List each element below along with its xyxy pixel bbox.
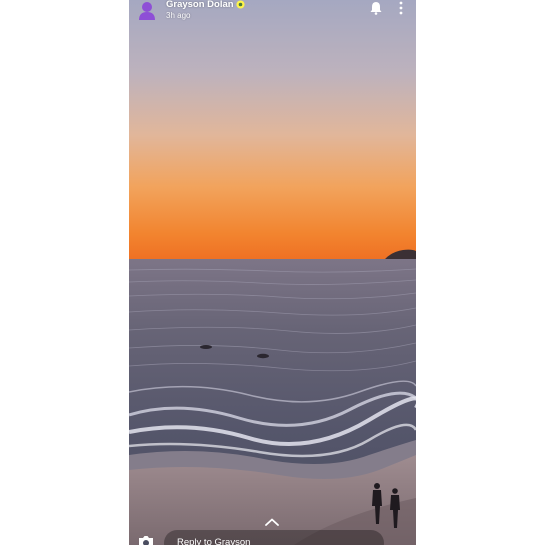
story-header: Grayson Dolan 3h ago [129, 0, 416, 26]
camera-icon[interactable] [137, 534, 155, 545]
reply-placeholder: Reply to Grayson [177, 537, 251, 545]
username[interactable]: Grayson Dolan [166, 0, 234, 10]
story-image [129, 0, 416, 545]
story-viewer[interactable]: Grayson Dolan 3h ago Reply to Grayson [129, 0, 416, 545]
bell-icon[interactable] [369, 1, 383, 15]
reply-input[interactable]: Reply to Grayson [164, 530, 384, 545]
chevron-up-icon[interactable] [265, 518, 279, 526]
more-vertical-icon[interactable] [397, 1, 405, 15]
bitmoji-avatar-icon[interactable] [137, 0, 157, 20]
story-timestamp: 3h ago [166, 11, 191, 20]
verified-star-icon [236, 0, 245, 9]
